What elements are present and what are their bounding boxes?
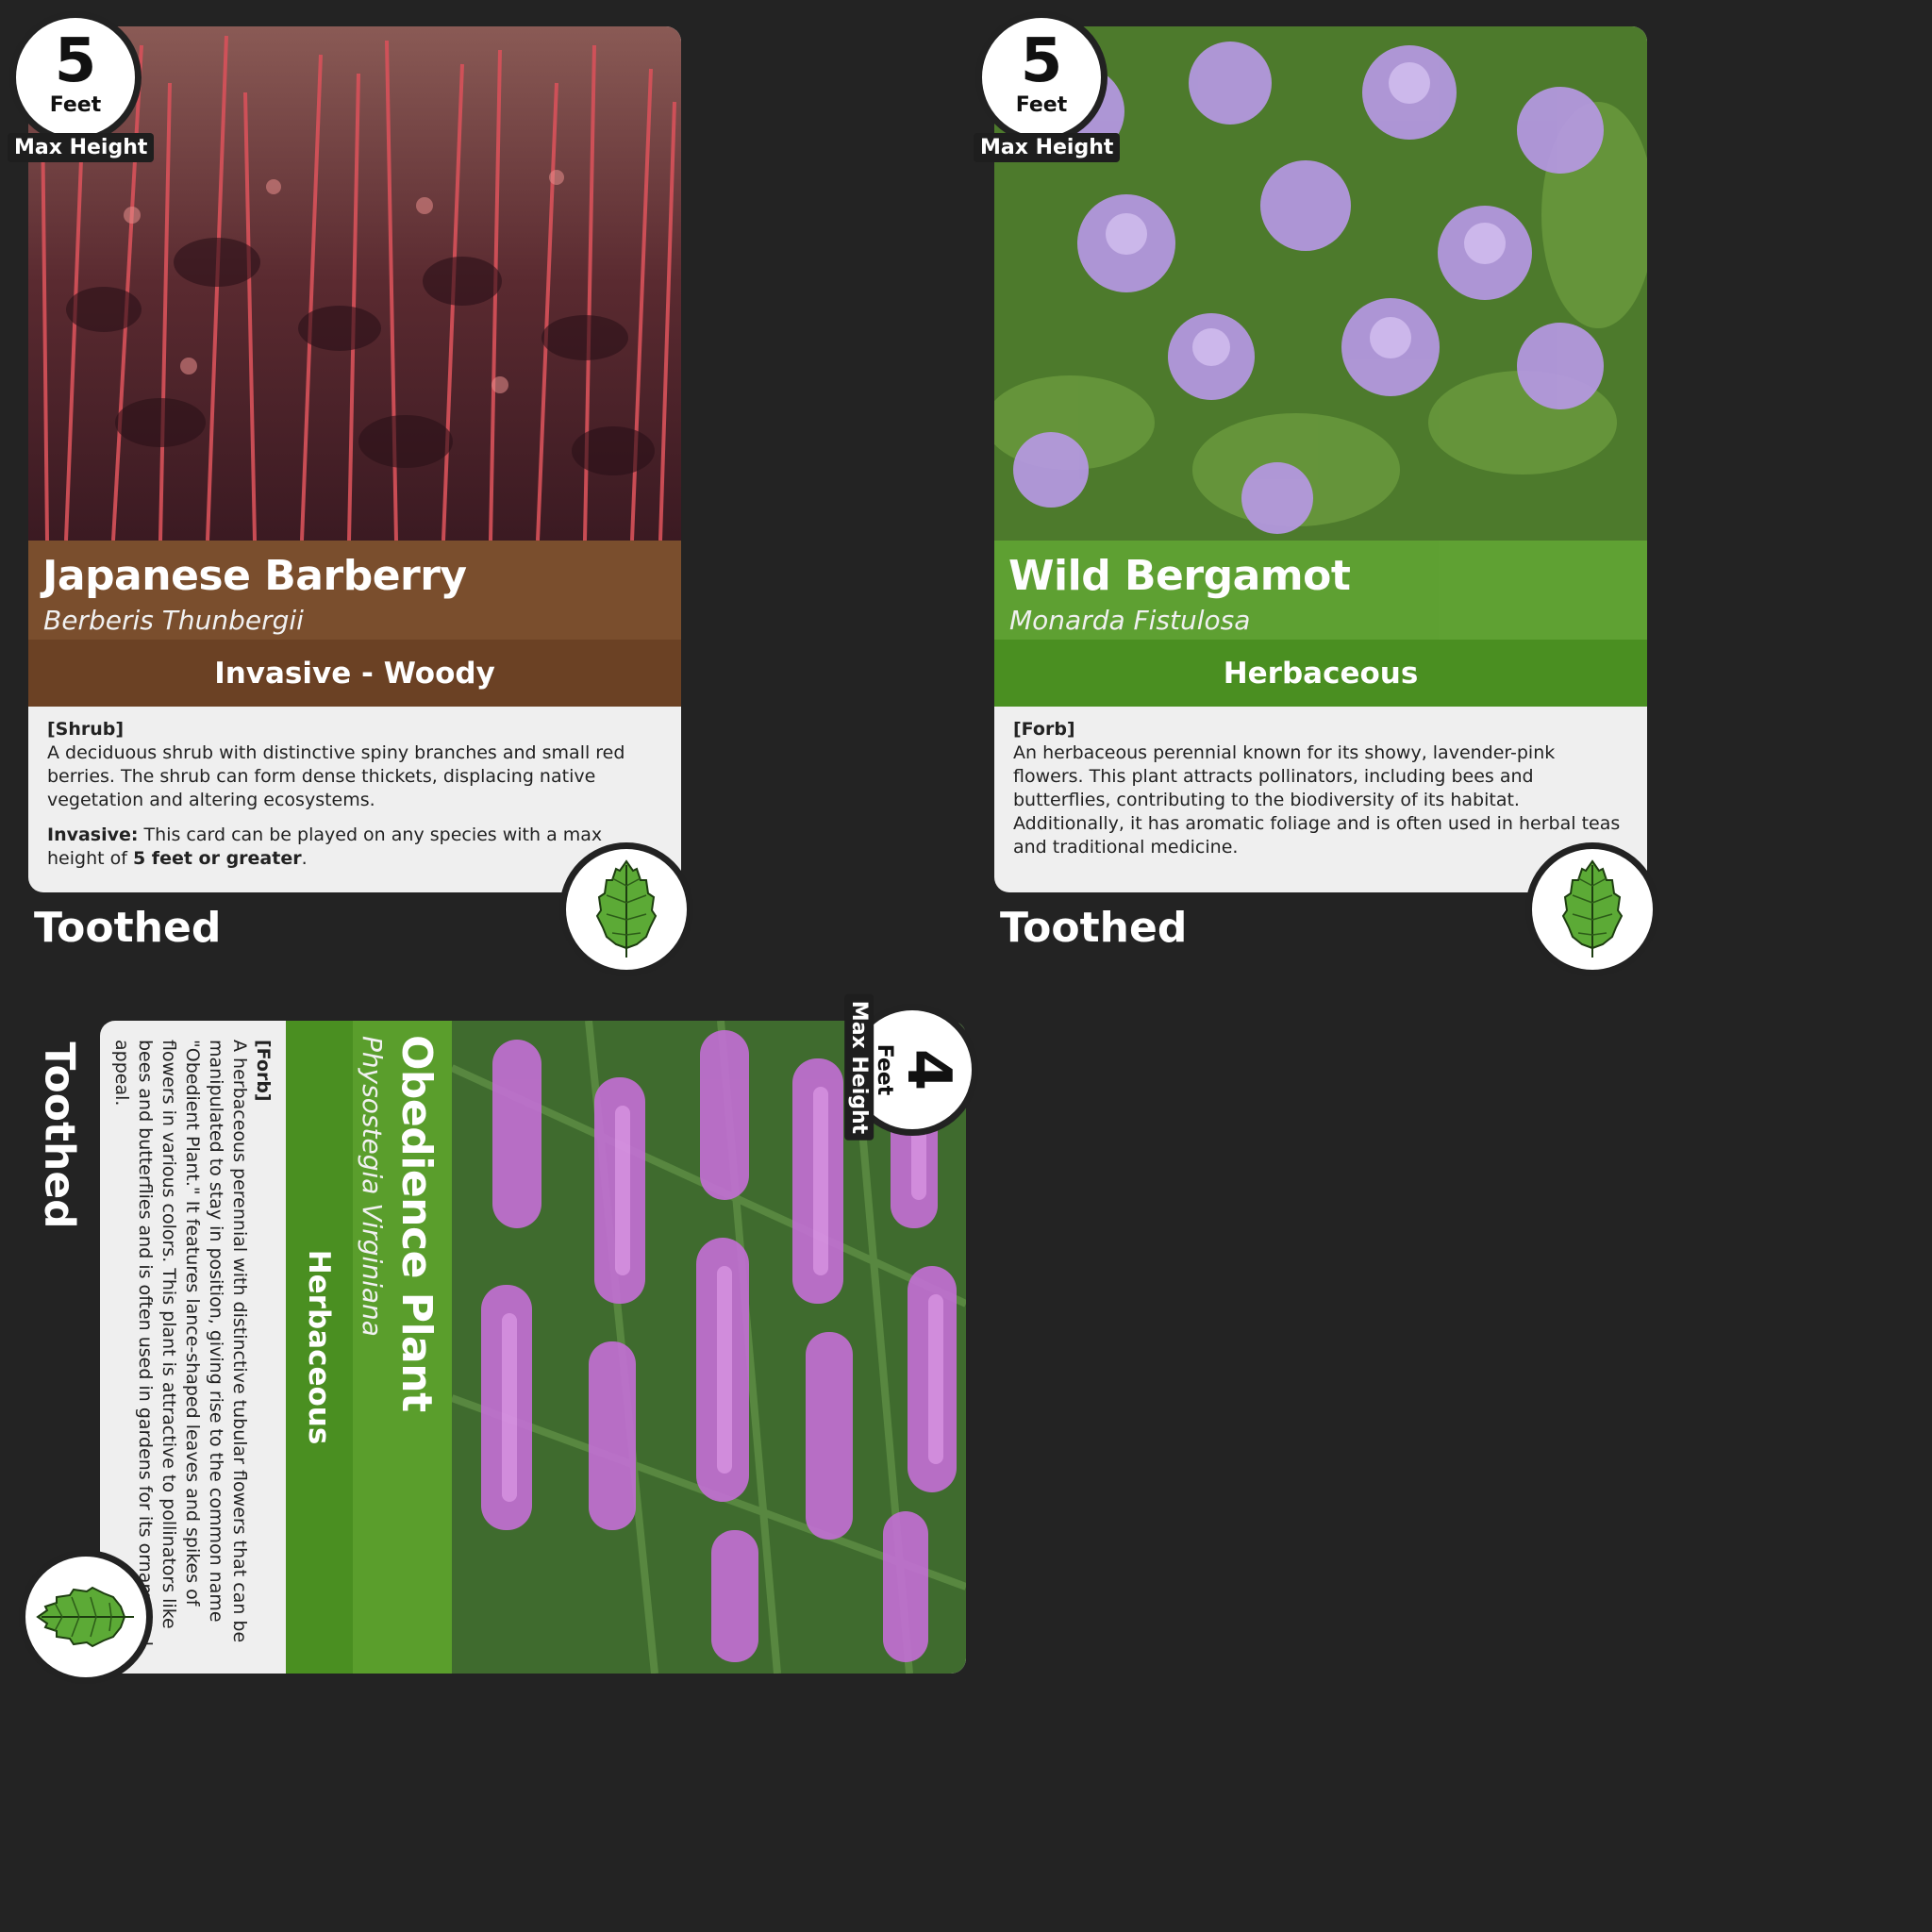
max-height-tag: Max Height (844, 993, 874, 1141)
max-height-badge: 5 Feet (975, 11, 1108, 143)
max-height-tag: Max Height (974, 133, 1121, 162)
plant-type: Invasive - Woody (214, 656, 495, 691)
rule-end: . (301, 848, 308, 869)
max-height-badge: 5 Feet (9, 11, 142, 143)
plant-type: Herbaceous (302, 1249, 337, 1445)
toothed-leaf-icon (36, 1586, 134, 1648)
common-name: Wild Bergamot (1008, 552, 1351, 600)
description-text: A deciduous shrub with distinctive spiny… (47, 742, 625, 810)
type-band: Herbaceous (994, 640, 1647, 707)
description-text: A herbaceous perennial with distinctive … (111, 1040, 250, 1646)
rule-label: Invasive: (47, 824, 139, 845)
leaf-badge (559, 842, 693, 976)
description: [Shrub] A deciduous shrub with distincti… (47, 718, 660, 882)
category-label: [Forb] (253, 1040, 274, 1102)
leaf-type-label: Toothed (35, 1041, 84, 1229)
rule-emphasis: 5 feet or greater (132, 848, 302, 869)
leaf-badge (1525, 842, 1659, 976)
toothed-leaf-icon (1561, 859, 1624, 958)
description-text: An herbaceous perennial known for its sh… (1013, 742, 1621, 858)
description: [Forb] An herbaceous perennial known for… (1013, 718, 1626, 871)
category-label: [Shrub] (47, 719, 125, 740)
height-value: 5 (1020, 26, 1063, 96)
max-height-tag: Max Height (8, 133, 155, 162)
rule-text: Invasive: This card can be played on any… (47, 824, 660, 871)
toothed-leaf-icon (595, 859, 658, 958)
leaf-badge (19, 1550, 153, 1684)
type-band: Herbaceous (286, 1021, 353, 1674)
common-name: Obedience Plant (392, 1035, 441, 1412)
height-unit: Feet (49, 93, 102, 117)
plant-card-obedience-plant[interactable]: Obedience Plant Physostegia Virginiana H… (100, 1021, 966, 1674)
height-value: 5 (54, 26, 97, 96)
type-band: Invasive - Woody (28, 640, 681, 707)
title-band: Japanese Barberry Berberis Thunbergii (28, 541, 681, 640)
common-name: Japanese Barberry (42, 552, 467, 600)
height-value: 4 (893, 1048, 963, 1091)
latin-name: Monarda Fistulosa (1009, 605, 1251, 636)
height-unit: Feet (1015, 93, 1068, 117)
title-band: Obedience Plant Physostegia Virginiana (353, 1021, 452, 1674)
plant-type: Herbaceous (1223, 656, 1419, 691)
latin-name: Physostegia Virginiana (357, 1036, 388, 1337)
leaf-type-label: Toothed (1000, 904, 1188, 952)
leaf-type-label: Toothed (34, 904, 222, 952)
title-band: Wild Bergamot Monarda Fistulosa (994, 541, 1647, 640)
height-unit: Feet (873, 1043, 896, 1096)
category-label: [Forb] (1013, 719, 1075, 740)
latin-name: Berberis Thunbergii (43, 605, 304, 636)
description: [Forb] A herbaceous perennial with disti… (100, 1040, 275, 1653)
